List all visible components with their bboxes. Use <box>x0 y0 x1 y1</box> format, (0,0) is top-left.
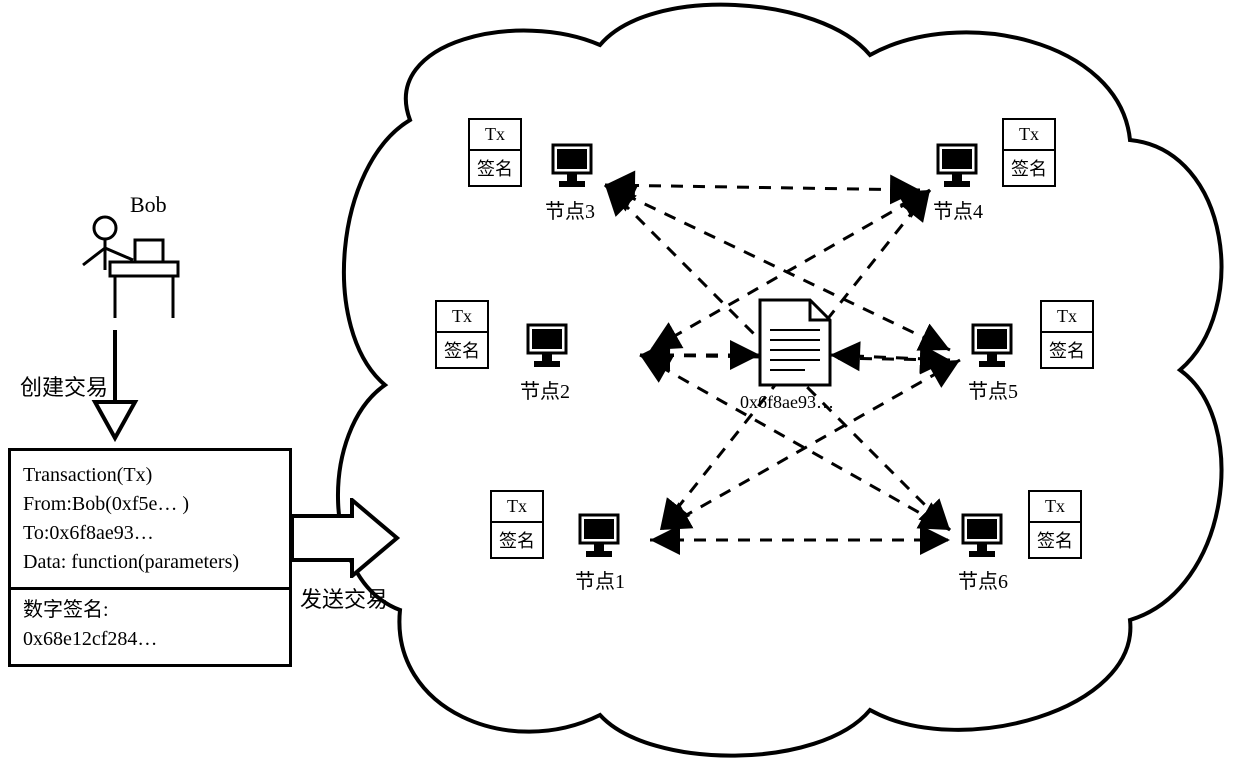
tx-sig-label: 数字签名: <box>23 596 277 625</box>
txcell-top: Tx <box>1042 302 1092 333</box>
txcell-top: Tx <box>1004 120 1054 151</box>
computer-icon <box>965 320 1020 375</box>
arrow-send-tx-icon <box>292 498 402 578</box>
txcell-node3: Tx 签名 <box>468 118 522 187</box>
computer-icon <box>545 140 600 195</box>
txcell-node1: Tx 签名 <box>490 490 544 559</box>
tx-line2: From:Bob(0xf5e… ) <box>23 490 277 519</box>
tx-line4: Data: function(parameters) <box>23 548 277 577</box>
label-send-tx: 发送交易 <box>300 582 388 614</box>
txcell-node4: Tx 签名 <box>1002 118 1056 187</box>
contract-address: 0x6f8ae93… <box>740 392 834 413</box>
txcell-node6: Tx 签名 <box>1028 490 1082 559</box>
tx-line1: Transaction(Tx) <box>23 461 277 490</box>
contract-doc-icon <box>755 295 835 390</box>
label-node5: 节点5 <box>968 375 1018 404</box>
txcell-bottom: 签名 <box>437 333 487 367</box>
label-node4: 节点4 <box>933 195 983 224</box>
txcell-node5: Tx 签名 <box>1040 300 1094 369</box>
tx-sig-value: 0x68e12cf284… <box>23 625 277 654</box>
txcell-top: Tx <box>1030 492 1080 523</box>
transaction-box: Transaction(Tx) From:Bob(0xf5e… ) To:0x6… <box>8 448 292 667</box>
tx-line3: To:0x6f8ae93… <box>23 519 277 548</box>
txcell-top: Tx <box>437 302 487 333</box>
computer-icon <box>572 510 627 565</box>
txcell-bottom: 签名 <box>1030 523 1080 557</box>
txcell-bottom: 签名 <box>1004 151 1054 185</box>
txcell-bottom: 签名 <box>492 523 542 557</box>
computer-icon <box>520 320 575 375</box>
txcell-bottom: 签名 <box>470 151 520 185</box>
txcell-bottom: 签名 <box>1042 333 1092 367</box>
label-node2: 节点2 <box>520 375 570 404</box>
actor-name: Bob <box>130 192 167 218</box>
txcell-top: Tx <box>492 492 542 523</box>
txcell-top: Tx <box>470 120 520 151</box>
label-node6: 节点6 <box>958 565 1008 594</box>
actor-bob-icon <box>55 210 185 330</box>
computer-icon <box>930 140 985 195</box>
label-node1: 节点1 <box>575 565 625 594</box>
label-create-tx: 创建交易 <box>20 370 108 402</box>
txcell-node2: Tx 签名 <box>435 300 489 369</box>
computer-icon <box>955 510 1010 565</box>
label-node3: 节点3 <box>545 195 595 224</box>
